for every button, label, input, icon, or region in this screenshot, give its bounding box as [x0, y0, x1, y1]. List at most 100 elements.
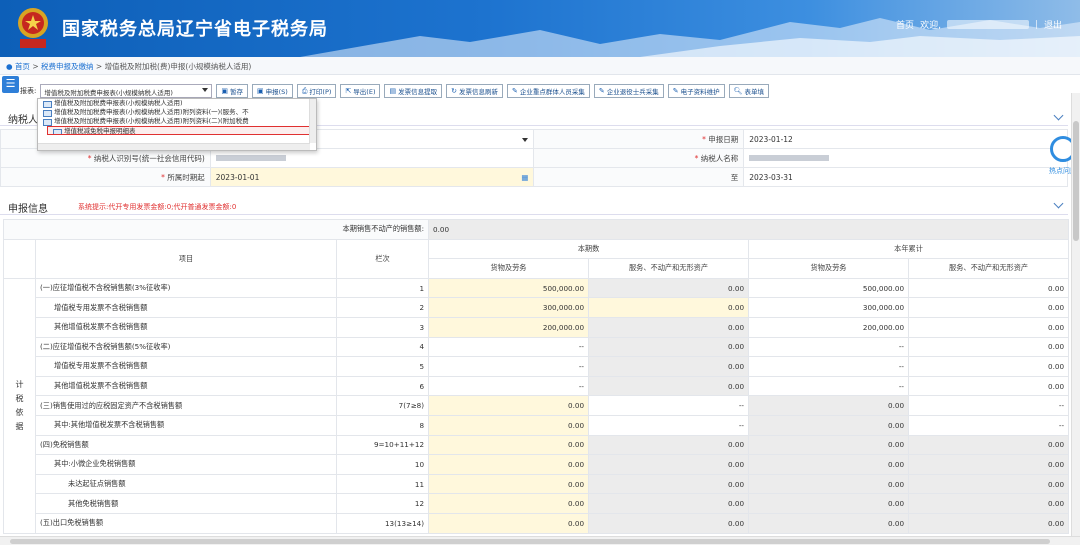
submit-button[interactable]: ▣ 申报(S): [251, 84, 293, 98]
row-value-cell: --: [748, 375, 910, 397]
save-icon: ▣: [221, 87, 228, 95]
table-row: 计税依据 (一)应征增值税不含税销售额(3%征收率) 1 500,000.00 0.00…: [3, 277, 1070, 534]
table-row: 其他增值税发票不含税销售额 6 -- 0.00 -- 0.00: [4, 375, 1070, 397]
row-value-cell: 0.00: [588, 277, 750, 299]
row-value-cell: --: [428, 356, 590, 377]
nav-separator: |: [1034, 19, 1038, 30]
report-table: 本期销售不动产的销售额: 0.00 项目 栏次 本期数 本年累计 货物及劳务 服…: [2, 219, 1070, 534]
row-col-number: 8: [335, 414, 430, 436]
row-value-cell: 0.00: [588, 375, 750, 397]
save-draft-button[interactable]: ▣ 暂存: [216, 84, 248, 98]
row-col-number: 11: [335, 473, 430, 495]
dropdown-option[interactable]: 增值税及附加税费申报表(小规模纳税人适用)附列资料(二)(附加税费: [38, 117, 316, 126]
row-value-cell: 0.00: [908, 297, 1070, 318]
row-value-cell: 0.00: [588, 356, 750, 377]
dropdown-hscrollbar[interactable]: [38, 143, 310, 150]
row-item-name: 其他增值税发票不含税销售额: [35, 375, 337, 397]
chevron-down-icon[interactable]: [1053, 198, 1064, 209]
invoice-extract-button[interactable]: ▤ 发票信息提取: [384, 84, 443, 98]
row-item-name: 增值税专用发票不含税销售额: [35, 356, 337, 377]
table-row: 其他免税销售额 12 0.00 0.00 0.00 0.00: [4, 493, 1070, 514]
veteran-collect-button[interactable]: ✎ 企业退役士兵采集: [593, 84, 664, 98]
report-date-value: 2023-01-12: [743, 129, 1068, 149]
row-value-cell[interactable]: 0.00: [428, 493, 590, 514]
period-start-field[interactable]: 2023-01-01 ▦: [209, 167, 535, 187]
invoice-icon: ▤: [389, 87, 397, 95]
row-value-cell: 0.00: [748, 473, 910, 495]
calendar-icon[interactable]: ▦: [521, 173, 528, 182]
row-value-cell: 0.00: [588, 434, 750, 456]
horizontal-scrollbar[interactable]: [0, 536, 1080, 545]
export-button[interactable]: ⇱ 导出(E): [340, 84, 381, 98]
logout-link[interactable]: 退出: [1044, 18, 1062, 31]
table-row: 其中:小微企业免税销售额 10 0.00 0.00 0.00 0.00: [4, 454, 1070, 475]
breadcrumb-tax-filing[interactable]: 税费申报及缴纳: [41, 62, 94, 71]
e-document-button[interactable]: ✎ 电子资料维护: [667, 84, 725, 98]
table-row: 增值税专用发票不含税销售额 5 -- 0.00 -- 0.00: [4, 356, 1070, 377]
key-group-collect-button[interactable]: ✎ 企业重点群体人员采集: [506, 84, 590, 98]
edit-icon: ✎: [511, 87, 518, 95]
dropdown-option[interactable]: 增值税及附加税费申报表(小规模纳税人适用): [38, 99, 316, 108]
invoice-refresh-button[interactable]: ↻ 发票信息刷新: [446, 84, 503, 98]
row-item-name: 其他增值税发票不含税销售额: [35, 316, 337, 338]
scrollbar-thumb[interactable]: [1073, 121, 1079, 241]
row-value-cell: 0.00: [908, 512, 1070, 534]
row-value-cell: 0.00: [588, 454, 750, 475]
row-value-cell: --: [748, 356, 910, 377]
taxid-label: * 纳税人识别号(统一社会信用代码): [0, 148, 211, 168]
row-item-name: 其他免税销售额: [35, 493, 337, 514]
table-row: 其中:其他增值税发票不含税销售额 8 0.00 -- 0.00 --: [4, 414, 1070, 436]
row-item-name: (四)免税销售额: [35, 434, 337, 456]
user-name-masked: [946, 20, 1029, 29]
row-value-cell[interactable]: 0.00: [428, 454, 590, 475]
row-value-cell: 0.00: [588, 512, 750, 534]
dropdown-option[interactable]: 增值税及附加税费申报表(小规模纳税人适用)附列资料(一)(服务、不: [38, 108, 316, 117]
menu-toggle-icon[interactable]: ☰: [2, 76, 19, 93]
table-row: (五)出口免税销售额 13(13≥14) 0.00 0.00 0.00 0.00: [4, 512, 1070, 534]
chevron-down-icon[interactable]: [1053, 110, 1064, 121]
table-row: 其他增值税发票不含税销售额 3 200,000.00 0.00 200,000.00 0.…: [4, 316, 1070, 338]
table-row: 增值税专用发票不含税销售额 2 300,000.00 0.00 300,000.00 0.…: [4, 297, 1070, 318]
search-icon: 🔍︎: [733, 87, 743, 95]
breadcrumb-home[interactable]: 首页: [15, 62, 30, 71]
form-select[interactable]: 增值税及附加税费申报表(小规模纳税人适用): [40, 84, 213, 98]
row-value-cell: 0.00: [908, 375, 1070, 397]
row-value-cell[interactable]: 500,000.00: [428, 277, 590, 299]
toolbar: 报表: 增值税及附加税费申报表(小规模纳税人适用) ▣ 暂存 ▣ 申报(S) ⎙ 打印…: [20, 83, 769, 99]
row-col-number: 9=10+11+12: [335, 434, 430, 456]
header-services: 服务、不动产和无形资产: [588, 258, 750, 279]
row-value-cell[interactable]: 300,000.00: [428, 297, 590, 318]
print-button[interactable]: ⎙ 打印(P): [296, 84, 337, 98]
row-value-cell[interactable]: 0.00: [428, 414, 590, 436]
row-col-number: 5: [335, 356, 430, 377]
row-value-cell[interactable]: 200,000.00: [428, 316, 590, 338]
row-item-name: 增值税专用发票不含税销售额: [35, 297, 337, 318]
row-value-cell: 500,000.00: [748, 277, 910, 299]
submit-icon: ▣: [256, 87, 264, 95]
form-select-label: 报表:: [20, 87, 37, 95]
header-nav: 首页 欢迎, | 退出: [896, 18, 1062, 32]
row-value-cell[interactable]: 0.00: [428, 395, 590, 416]
vertical-scrollbar[interactable]: [1071, 93, 1080, 536]
home-link[interactable]: 首页: [896, 18, 914, 31]
row-value-cell: 0.00: [748, 434, 910, 456]
row-value-cell[interactable]: 0.00: [588, 297, 750, 318]
taxid-value-masked: [209, 148, 535, 168]
dropdown-scrollbar[interactable]: [309, 99, 316, 143]
row-value-cell[interactable]: 0.00: [428, 434, 590, 456]
scrollbar-thumb[interactable]: [10, 539, 1050, 544]
form-fill-button[interactable]: 🔍︎ 表单填: [728, 84, 769, 98]
export-icon: ⇱: [345, 87, 352, 95]
taxpayer-name-masked: [743, 148, 1068, 168]
row-value-cell[interactable]: 0.00: [428, 473, 590, 495]
row-value-cell[interactable]: 0.00: [428, 512, 590, 534]
site-title: 国家税务总局辽宁省电子税务局: [62, 19, 328, 40]
site-header: 国家税务总局辽宁省电子税务局 首页 欢迎, | 退出: [0, 0, 1080, 57]
dropdown-option-selected[interactable]: 增值税减免税申报明细表: [47, 126, 312, 135]
row-value-cell: --: [588, 414, 750, 436]
header-current: 本期数: [428, 238, 750, 260]
row-value-cell: 0.00: [588, 493, 750, 514]
row-value-cell: --: [428, 375, 590, 397]
system-tip: 系统提示:代开专用发票金额:0;代开普通发票金额:0: [78, 203, 237, 211]
report-section-header[interactable]: 申报信息 系统提示:代开专用发票金额:0;代开普通发票金额:0: [0, 196, 1068, 215]
